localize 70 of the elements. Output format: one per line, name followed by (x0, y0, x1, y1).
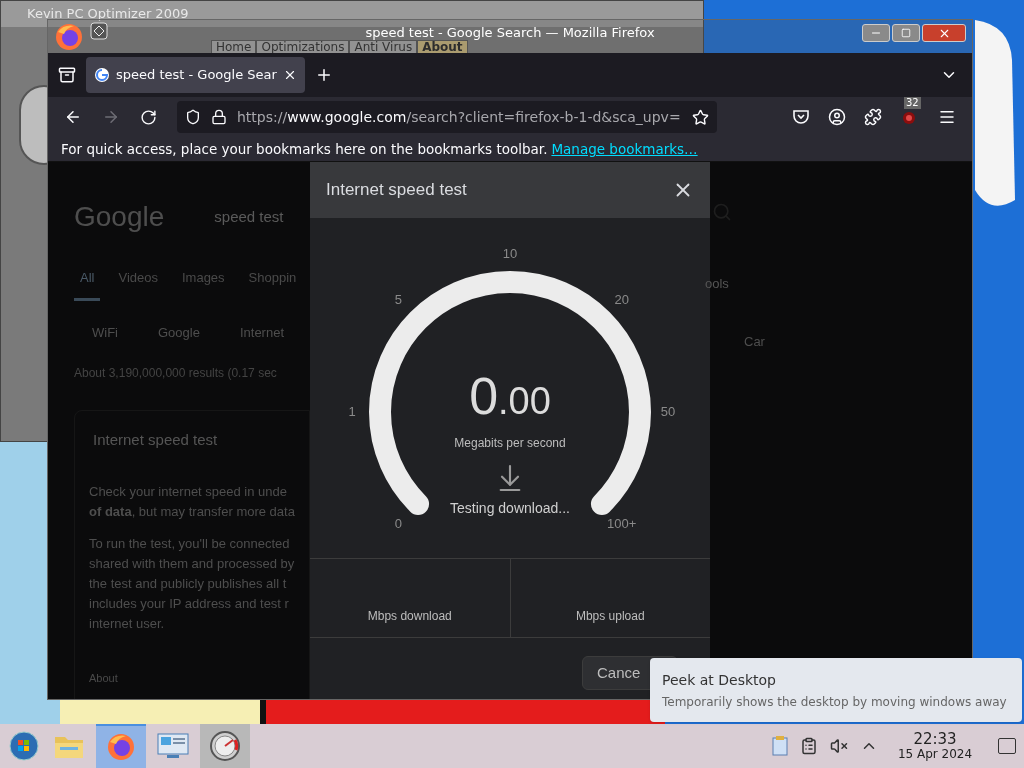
gauge-tick-label: 10 (502, 245, 518, 264)
filter-chip[interactable]: Google (158, 322, 200, 342)
browser-tab[interactable]: speed test - Google Sear (86, 57, 305, 93)
result-label: Mbps download (367, 608, 452, 625)
maximize-icon (901, 28, 911, 38)
firefox-icon (54, 22, 84, 52)
gauge-tick-label: 5 (394, 291, 402, 310)
gauge-tick-label: 20 (614, 291, 629, 310)
monitor-icon (157, 732, 189, 760)
filter-chip[interactable]: Internet (239, 322, 284, 342)
url-field[interactable]: https://www.google.com/search?client=firefox-b-1-d&sca_upv= (177, 101, 717, 133)
pocket-icon[interactable] (792, 108, 810, 126)
google-logo: Google (74, 200, 165, 234)
filter-chip[interactable]: WiFi (92, 322, 118, 342)
taskbar-app-button[interactable] (200, 724, 250, 768)
card-title: Internet speed test (93, 430, 219, 450)
close-button[interactable] (922, 24, 966, 42)
back-icon[interactable] (64, 108, 82, 126)
taskbar-app-button[interactable] (96, 724, 146, 768)
search-tab[interactable]: Videos (112, 268, 164, 301)
description-line: To run the test, you'll be connected (89, 534, 291, 553)
search-tab[interactable]: All (74, 268, 101, 301)
description-line: internet user. (89, 614, 166, 633)
description-line: the test and publicly publishes all t (89, 574, 288, 593)
bookmark-star-icon[interactable] (692, 108, 709, 126)
lock-icon[interactable] (211, 109, 227, 125)
show-desktop-button[interactable] (998, 738, 1016, 754)
unit-label: Megabits per second (454, 435, 566, 452)
about-link[interactable]: About (89, 669, 309, 686)
account-icon[interactable] (828, 108, 846, 126)
shield-icon[interactable] (185, 109, 201, 125)
gauge-tick-label: 100+ (607, 514, 637, 533)
search-query: speed test (214, 206, 284, 227)
result-stats: About 3,190,000,000 results (0.17 sec (74, 365, 278, 382)
window-title: Kevin PC Optimizer 2009 (27, 5, 189, 24)
result-label: Mbps upload (575, 608, 645, 625)
gauge-tick-label: 0 (394, 514, 402, 533)
filter-chip[interactable]: Car (744, 331, 972, 351)
gauge-icon (209, 730, 241, 762)
window-title: speed test - Google Search — Mozilla Firefox (365, 25, 655, 40)
description-line: of data, but may transfer more data (89, 502, 296, 521)
gauge-tick-label: 50 (660, 403, 676, 422)
shield-extension-icon[interactable] (902, 111, 916, 125)
tab-overview-icon[interactable] (58, 66, 76, 84)
reload-icon[interactable] (140, 108, 157, 126)
google-favicon-icon (94, 67, 110, 83)
menu-icon[interactable] (938, 108, 956, 126)
tools-tab[interactable]: ools (705, 274, 972, 294)
forward-icon[interactable] (102, 108, 120, 126)
search-tab[interactable]: Shoppin (242, 268, 303, 301)
gauge-tick-label: 1 (348, 403, 356, 422)
extensions-icon[interactable] (864, 108, 882, 126)
bookmarks-hint: For quick access, place your bookmarks here on the bookmarks toolbar. (61, 139, 548, 159)
search-tab[interactable]: Images (175, 268, 231, 301)
description-line: shared with them and processed by (89, 554, 296, 573)
firefox-icon (106, 732, 136, 762)
dialog-title: Internet speed test (326, 179, 467, 202)
status-text: Testing download... (450, 499, 570, 518)
clock-time: 22:33 (913, 730, 957, 747)
clipboard-icon[interactable] (800, 737, 818, 755)
speed-value: 0.00 (469, 370, 551, 422)
description-line: Check your internet speed in unde (89, 482, 288, 501)
diamond-icon[interactable] (90, 22, 108, 40)
manage-bookmarks-link[interactable]: Manage bookmarks… (551, 138, 698, 160)
tooltip-text: Temporarily shows the desktop by moving windows away (662, 693, 1008, 711)
muted-speaker-icon[interactable] (830, 737, 848, 755)
start-orb-icon[interactable] (9, 731, 39, 761)
description-line: includes your IP address and test r (89, 594, 290, 613)
clock-date: 15 Apr 2024 (897, 746, 973, 762)
extension-badge: 32 (904, 97, 921, 109)
